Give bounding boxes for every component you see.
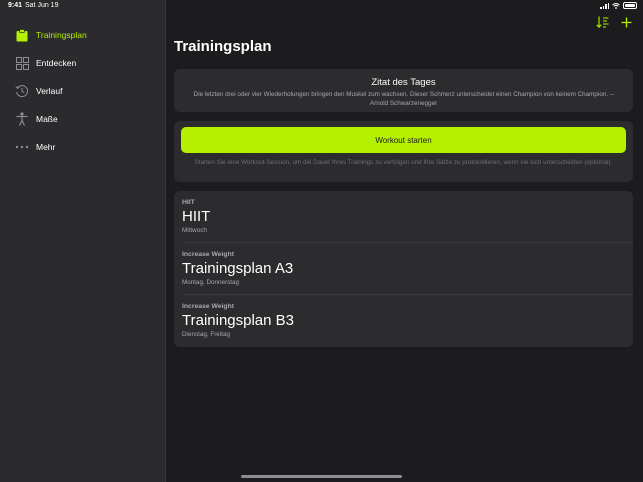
status-bar: 9:41 Sat Jun 19 [0,0,643,12]
page-title: Trainingsplan [174,38,272,55]
plan-name: Trainingsplan B3 [182,312,295,329]
list-item[interactable]: HIIT HIIT Mittwoch [182,191,633,243]
home-indicator[interactable] [241,475,402,478]
plan-category: HIIT [182,199,195,206]
quote-card: Zitat des Tages Die letzten drei oder vi… [174,69,633,112]
wifi-icon [612,2,620,9]
sidebar: Trainingsplan Entdecken Verlauf Maße Meh… [0,0,166,482]
plan-days: Mittwoch [182,227,207,234]
more-dots-icon [14,139,30,155]
plan-days: Dienstag, Freitag [182,331,230,338]
sidebar-item-mehr[interactable]: Mehr [0,133,165,161]
battery-icon [623,2,637,9]
list-item[interactable]: Increase Weight Trainingsplan B3 Diensta… [182,295,633,347]
sidebar-item-label: Mehr [36,142,56,152]
sidebar-item-label: Maße [36,114,58,124]
workout-card: Workout starten Starten Sie eine Workout… [174,121,633,182]
workout-hint: Starten Sie eine Workout-Session, um die… [194,159,613,166]
sidebar-nav: Trainingsplan Entdecken Verlauf Maße Meh… [0,21,165,161]
history-clock-icon [14,83,30,99]
plan-name: Trainingsplan A3 [182,260,294,277]
sort-button[interactable] [595,15,609,29]
main-content: Trainingsplan Zitat des Tages Die letzte… [166,0,643,482]
toolbar [595,15,633,29]
plan-category: Increase Weight [182,251,235,258]
sidebar-item-verlauf[interactable]: Verlauf [0,77,165,105]
start-workout-button[interactable]: Workout starten [181,127,626,153]
sidebar-item-label: Verlauf [36,86,63,96]
plans-list: HIIT HIIT Mittwoch Increase Weight Train… [174,191,633,347]
plan-days: Montag, Donnerstag [182,279,240,286]
sidebar-item-masse[interactable]: Maße [0,105,165,133]
add-button[interactable] [619,15,633,29]
plus-icon [621,17,631,27]
quote-title: Zitat des Tages [371,77,436,88]
quote-text: Die letzten drei oder vier Wiederholunge… [193,91,614,107]
status-date: Sat Jun 19 [25,2,59,9]
sidebar-item-label: Entdecken [36,58,77,68]
status-icons [600,2,637,9]
body-figure-icon [14,111,30,127]
sidebar-item-entdecken[interactable]: Entdecken [0,49,165,77]
list-item[interactable]: Increase Weight Trainingsplan A3 Montag,… [182,243,633,295]
grid-icon [14,55,30,71]
sidebar-item-label: Trainingsplan [36,30,87,40]
sidebar-item-trainingsplan[interactable]: Trainingsplan [0,21,165,49]
plan-category: Increase Weight [182,303,235,310]
sort-icon [595,16,608,28]
plan-name: HIIT [182,208,211,225]
status-time: 9:41 [8,2,23,9]
signal-icon [600,2,609,9]
clipboard-icon [14,27,30,43]
